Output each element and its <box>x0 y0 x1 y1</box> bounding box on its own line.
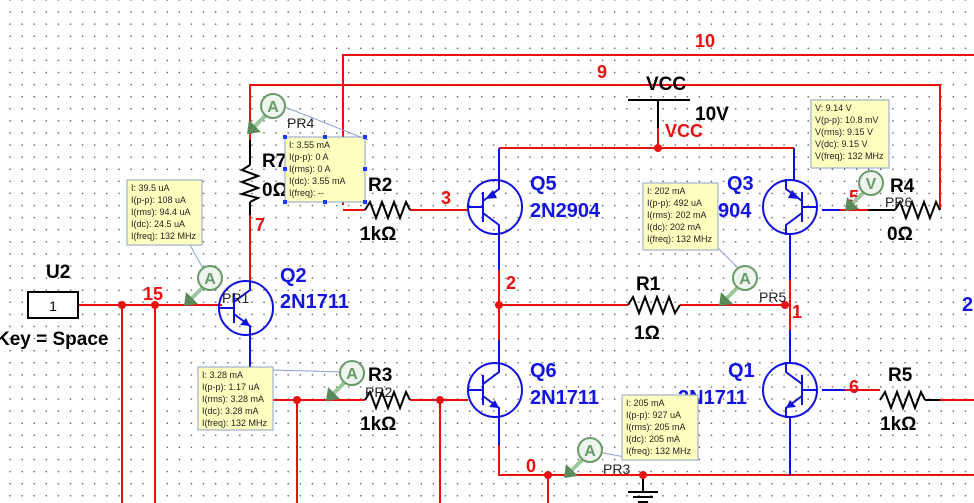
reading: I: 202 mA <box>647 186 686 196</box>
resistor-r1[interactable] <box>627 294 681 316</box>
reading: I: 39.5 uA <box>131 183 170 193</box>
reading: V(dc): 9.15 V <box>815 139 868 149</box>
probe-pr5-readout[interactable]: I: 202 mA I(p-p): 492 uA I(rms): 202 mA … <box>642 182 719 251</box>
reading: I(p-p): 0 A <box>289 152 329 162</box>
vcc-name: VCC <box>646 74 686 95</box>
reading: I(dc): 3.28 mA <box>202 406 259 416</box>
transistor-q3[interactable] <box>762 178 818 236</box>
net-label-6: 6 <box>849 377 859 397</box>
net-label-7: 7 <box>255 215 265 235</box>
source-key: Key = Space <box>0 329 109 350</box>
schematic-canvas[interactable]: 1 U2 Key = Space Q5 2N2904 Q3 904 Q2 2N1… <box>0 0 974 503</box>
r3-ref: R3 <box>368 365 392 386</box>
reading: V(freq): 132 MHz <box>815 151 884 161</box>
net-label-9: 9 <box>597 62 607 82</box>
probe-pr4-type: A <box>267 99 279 116</box>
reading: I(p-p): 927 uA <box>626 410 681 420</box>
reading: I(freq): 132 MHz <box>202 418 268 428</box>
probe-pr5-label: PR5 <box>759 289 786 305</box>
r5-value: 1kΩ <box>880 414 916 435</box>
q5-model: 2N2904 <box>530 200 601 222</box>
reading: I(dc): 205 mA <box>626 434 680 444</box>
net-label-2-right: 2 <box>962 294 973 316</box>
net-label-3: 3 <box>441 188 451 208</box>
reading: I(dc): 202 mA <box>647 222 701 232</box>
probe-pr6-readout[interactable]: V: 9.14 V V(p-p): 10.8 mV V(rms): 9.15 V… <box>810 99 890 169</box>
reading: I(freq): 132 MHz <box>647 234 713 244</box>
reading: I: 205 mA <box>626 398 665 408</box>
reading: I(rms): 0 A <box>289 164 331 174</box>
net-label-15: 15 <box>143 284 163 304</box>
q2-ref: Q2 <box>280 265 307 287</box>
q3-model: 904 <box>718 200 752 222</box>
reading: I(freq): 132 MHz <box>626 446 692 456</box>
probe-pr6-type: V <box>866 176 877 193</box>
probe-pr3-label: PR3 <box>603 461 630 477</box>
probe-pr2-label: PR2 <box>365 384 392 400</box>
reading: V: 9.14 V <box>815 103 852 113</box>
q3-ref: Q3 <box>727 173 754 195</box>
probe-pr1-readout[interactable]: I: 39.5 uA I(p-p): 108 uA I(rms): 94.4 u… <box>126 179 203 246</box>
vcc-net-label: VCC <box>665 121 703 141</box>
reading: I(dc): 24.5 uA <box>131 219 185 229</box>
reading: I(freq): -- <box>289 188 324 198</box>
reading: I(rms): 94.4 uA <box>131 207 191 217</box>
probe-pr3-type: A <box>584 443 596 460</box>
q6-ref: Q6 <box>530 360 557 382</box>
probe-pr1-type: A <box>204 271 216 288</box>
net-label-1: 1 <box>792 302 802 322</box>
probe-pr2-type: A <box>346 366 358 383</box>
probe-pr2-readout[interactable]: I: 3.28 mA I(p-p): 1.17 uA I(rms): 3.28 … <box>197 366 274 431</box>
r5-ref: R5 <box>888 365 913 386</box>
r7-ref: R7 <box>262 151 286 172</box>
probe-pr6-label: PR6 <box>885 194 912 210</box>
transistor-q2[interactable] <box>218 279 274 337</box>
probe-pr1-label: PR1 <box>222 290 249 306</box>
net-label-0: 0 <box>526 456 536 476</box>
reading: I(rms): 3.28 mA <box>202 394 264 404</box>
reading: I(rms): 202 mA <box>647 210 707 220</box>
net-label-2: 2 <box>506 273 516 293</box>
probe-pr3[interactable]: A PR3 <box>562 436 630 480</box>
reading: I(p-p): 492 uA <box>647 198 702 208</box>
transistor-q1[interactable] <box>762 361 818 419</box>
probe-pr4-label: PR4 <box>287 115 314 131</box>
reading: I(dc): 3.55 mA <box>289 176 346 186</box>
resistor-r2[interactable] <box>364 199 411 221</box>
reading: I: 3.55 mA <box>289 140 330 150</box>
r2-ref: R2 <box>368 175 392 196</box>
r4-value: 0Ω <box>887 224 913 245</box>
transistor-q5[interactable] <box>467 178 523 236</box>
q2-model: 2N1711 <box>280 291 349 313</box>
q5-ref: Q5 <box>530 173 557 195</box>
r2-value: 1kΩ <box>360 224 396 245</box>
reading: I: 3.28 mA <box>202 370 243 380</box>
reading: I(rms): 205 mA <box>626 422 686 432</box>
reading: V(rms): 9.15 V <box>815 127 873 137</box>
probe-pr4[interactable]: A PR4 <box>245 92 369 141</box>
net-label-10: 10 <box>695 31 715 51</box>
reading: V(p-p): 10.8 mV <box>815 115 879 125</box>
reading: I(p-p): 1.17 uA <box>202 382 260 392</box>
r1-ref: R1 <box>636 274 661 295</box>
r7-value: 0Ω <box>262 180 288 201</box>
q1-ref: Q1 <box>728 360 755 382</box>
probe-pr4-readout[interactable]: I: 3.55 mA I(p-p): 0 A I(rms): 0 A I(dc)… <box>283 135 367 204</box>
reading: I(p-p): 108 uA <box>131 195 186 205</box>
q6-model: 2N1711 <box>530 387 599 409</box>
r1-value: 1Ω <box>634 323 660 344</box>
resistor-r7[interactable] <box>238 164 261 203</box>
r3-value: 1kΩ <box>360 414 396 435</box>
resistor-r5[interactable] <box>879 389 926 411</box>
probe-pr3-readout[interactable]: I: 205 mA I(p-p): 927 uA I(rms): 205 mA … <box>621 394 699 461</box>
source-ref: U2 <box>46 262 70 283</box>
transistor-q6[interactable] <box>467 361 523 419</box>
source-value: 1 <box>49 298 57 314</box>
probe-pr5-type: A <box>739 271 751 288</box>
reading: I(freq): 132 MHz <box>131 231 197 241</box>
